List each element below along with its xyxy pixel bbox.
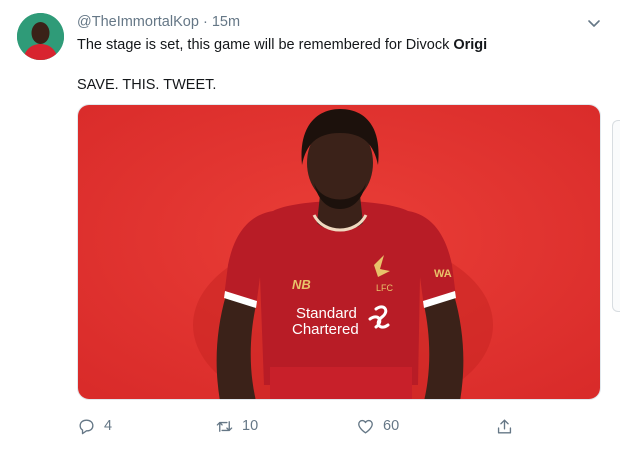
tweet-card[interactable]: @TheImmortalKop · 15m The stage is set, … bbox=[0, 0, 620, 449]
tweet-media-image[interactable]: LFC NB WA Standard Chartered bbox=[77, 104, 601, 400]
retweet-icon bbox=[216, 420, 233, 432]
kit-brand-logo: NB bbox=[292, 277, 311, 292]
tweet-actions: 4 10 60 bbox=[77, 414, 537, 438]
crest-text: LFC bbox=[376, 283, 394, 293]
reply-count: 4 bbox=[104, 418, 113, 434]
tweet-timestamp[interactable]: 15m bbox=[212, 14, 240, 30]
share-button[interactable] bbox=[495, 414, 522, 438]
player-shorts bbox=[270, 367, 412, 399]
like-button[interactable]: 60 bbox=[356, 414, 399, 438]
player-right-arm bbox=[424, 295, 464, 399]
sponsor-line2: Chartered bbox=[292, 321, 359, 338]
retweet-count: 10 bbox=[242, 418, 259, 434]
header-separator: · bbox=[202, 14, 208, 30]
tweet-header: @TheImmortalKop · 15m bbox=[77, 14, 240, 30]
sponsor-line1: Standard bbox=[296, 305, 357, 322]
player-left-arm bbox=[216, 295, 256, 399]
retweet-button[interactable]: 10 bbox=[215, 414, 258, 438]
tweet-text-line1: The stage is set, this game will be reme… bbox=[77, 37, 487, 53]
reply-icon bbox=[79, 418, 94, 434]
share-icon bbox=[497, 418, 512, 434]
tweet-text-line2: SAVE. THIS. TWEET. bbox=[77, 77, 217, 93]
reply-button[interactable]: 4 bbox=[77, 414, 112, 438]
author-handle[interactable]: @TheImmortalKop bbox=[77, 14, 199, 30]
tweet-text-bold: Origi bbox=[453, 37, 488, 53]
tweet-text-main: The stage is set, this game will be reme… bbox=[77, 37, 454, 53]
like-count: 60 bbox=[383, 418, 400, 434]
like-icon bbox=[358, 419, 373, 434]
side-panel-edge bbox=[612, 120, 620, 312]
sleeve-sponsor-text: WA bbox=[434, 268, 452, 280]
avatar[interactable] bbox=[17, 13, 64, 60]
chevron-down-icon[interactable] bbox=[586, 15, 602, 31]
